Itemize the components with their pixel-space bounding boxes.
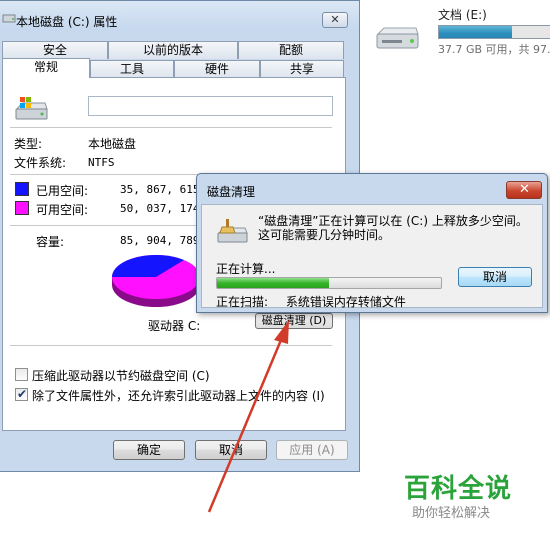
drive-name: 文档 (E:) (438, 8, 487, 22)
scanning-item: 系统错误内存转储文件 (285, 295, 406, 309)
cleanup-message: “磁盘清理”正在计算可以在 (C:) 上释放多少空间。这可能需要几分钟时间。 (258, 214, 528, 242)
compress-checkbox[interactable] (15, 368, 28, 381)
drive-caption: 驱动器 C: (148, 319, 201, 333)
divider (10, 345, 332, 346)
drive-title-icon (2, 14, 16, 23)
tab-previous-versions[interactable]: 以前的版本 (108, 41, 238, 59)
watermark-subtitle: 助你轻松解决 (412, 506, 491, 521)
cleanup-close-button[interactable]: ✕ (506, 181, 542, 199)
cleanup-progress-fill (217, 278, 329, 288)
capacity-label: 容量: (36, 235, 65, 249)
cleanup-body: “磁盘清理”正在计算可以在 (C:) 上释放多少空间。这可能需要几分钟时间。 正… (201, 204, 543, 310)
calculating-label: 正在计算... (216, 262, 276, 276)
properties-title: 本地磁盘 (C:) 属性 (16, 15, 118, 29)
properties-titlebar[interactable]: 本地磁盘 (C:) 属性 ✕ (0, 1, 359, 31)
cancel-button[interactable]: 取消 (195, 440, 267, 460)
hard-drive-icon (376, 27, 419, 49)
free-space-label: 可用空间: (36, 203, 89, 217)
filesystem-label: 文件系统: (14, 156, 67, 170)
watermark-title: 百科全说 (404, 474, 513, 504)
disk-usage-pie-icon (111, 254, 200, 307)
free-space-swatch (15, 201, 29, 215)
cleanup-title: 磁盘清理 (207, 185, 256, 199)
disk-cleanup-icon (217, 219, 248, 243)
tab-quota[interactable]: 配额 (238, 41, 344, 59)
used-space-swatch (15, 182, 29, 196)
disk-cleanup-button[interactable]: 磁盘清理 (D) (255, 313, 333, 329)
apply-button[interactable]: 应用 (A) (276, 440, 348, 460)
close-icon: ✕ (519, 182, 530, 197)
type-value: 本地磁盘 (88, 137, 137, 151)
cleanup-progress-bar (216, 277, 442, 289)
tab-hardware[interactable]: 硬件 (174, 60, 260, 78)
drive-usage-bar (438, 25, 550, 39)
divider (10, 127, 332, 128)
local-disk-icon (15, 97, 48, 120)
filesystem-value: NTFS (88, 156, 115, 169)
scanning-label: 正在扫描: (216, 295, 269, 309)
type-label: 类型: (14, 137, 43, 151)
drive-free-space: 37.7 GB 可用，共 97.0 (438, 43, 550, 56)
index-checkbox[interactable]: ✔ (15, 387, 28, 401)
tab-security[interactable]: 安全 (2, 41, 108, 59)
properties-close-button[interactable]: ✕ (322, 12, 348, 28)
disk-cleanup-dialog: 磁盘清理 ✕ “磁盘清理”正在计算可以在 (C:) 上释放多少空间。这可能需要几… (196, 173, 548, 313)
cleanup-cancel-button[interactable]: 取消 (458, 267, 532, 287)
check-mark-icon: ✔ (17, 387, 28, 401)
compress-label: 压缩此驱动器以节约磁盘空间 (C) (32, 369, 210, 383)
used-space-label: 已用空间: (36, 184, 89, 198)
watermark: 百科全说 助你轻松解决 (388, 460, 528, 526)
drive-label-input[interactable] (88, 96, 333, 116)
explorer-background: 文档 (E:) 37.7 GB 可用，共 97.0 (360, 0, 550, 140)
index-label: 除了文件属性外，还允许索引此驱动器上文件的内容 (I) (32, 389, 325, 403)
ok-button[interactable]: 确定 (113, 440, 185, 460)
drive-usage-fill (439, 26, 513, 38)
drive-e-item[interactable]: 文档 (E:) 37.7 GB 可用，共 97.0 (372, 6, 550, 58)
scanning-status: 正在扫描: 系统错误内存转储文件 (216, 293, 406, 310)
tab-tools[interactable]: 工具 (90, 60, 174, 78)
tab-sharing[interactable]: 共享 (260, 60, 344, 78)
tab-general[interactable]: 常规 (2, 58, 90, 78)
